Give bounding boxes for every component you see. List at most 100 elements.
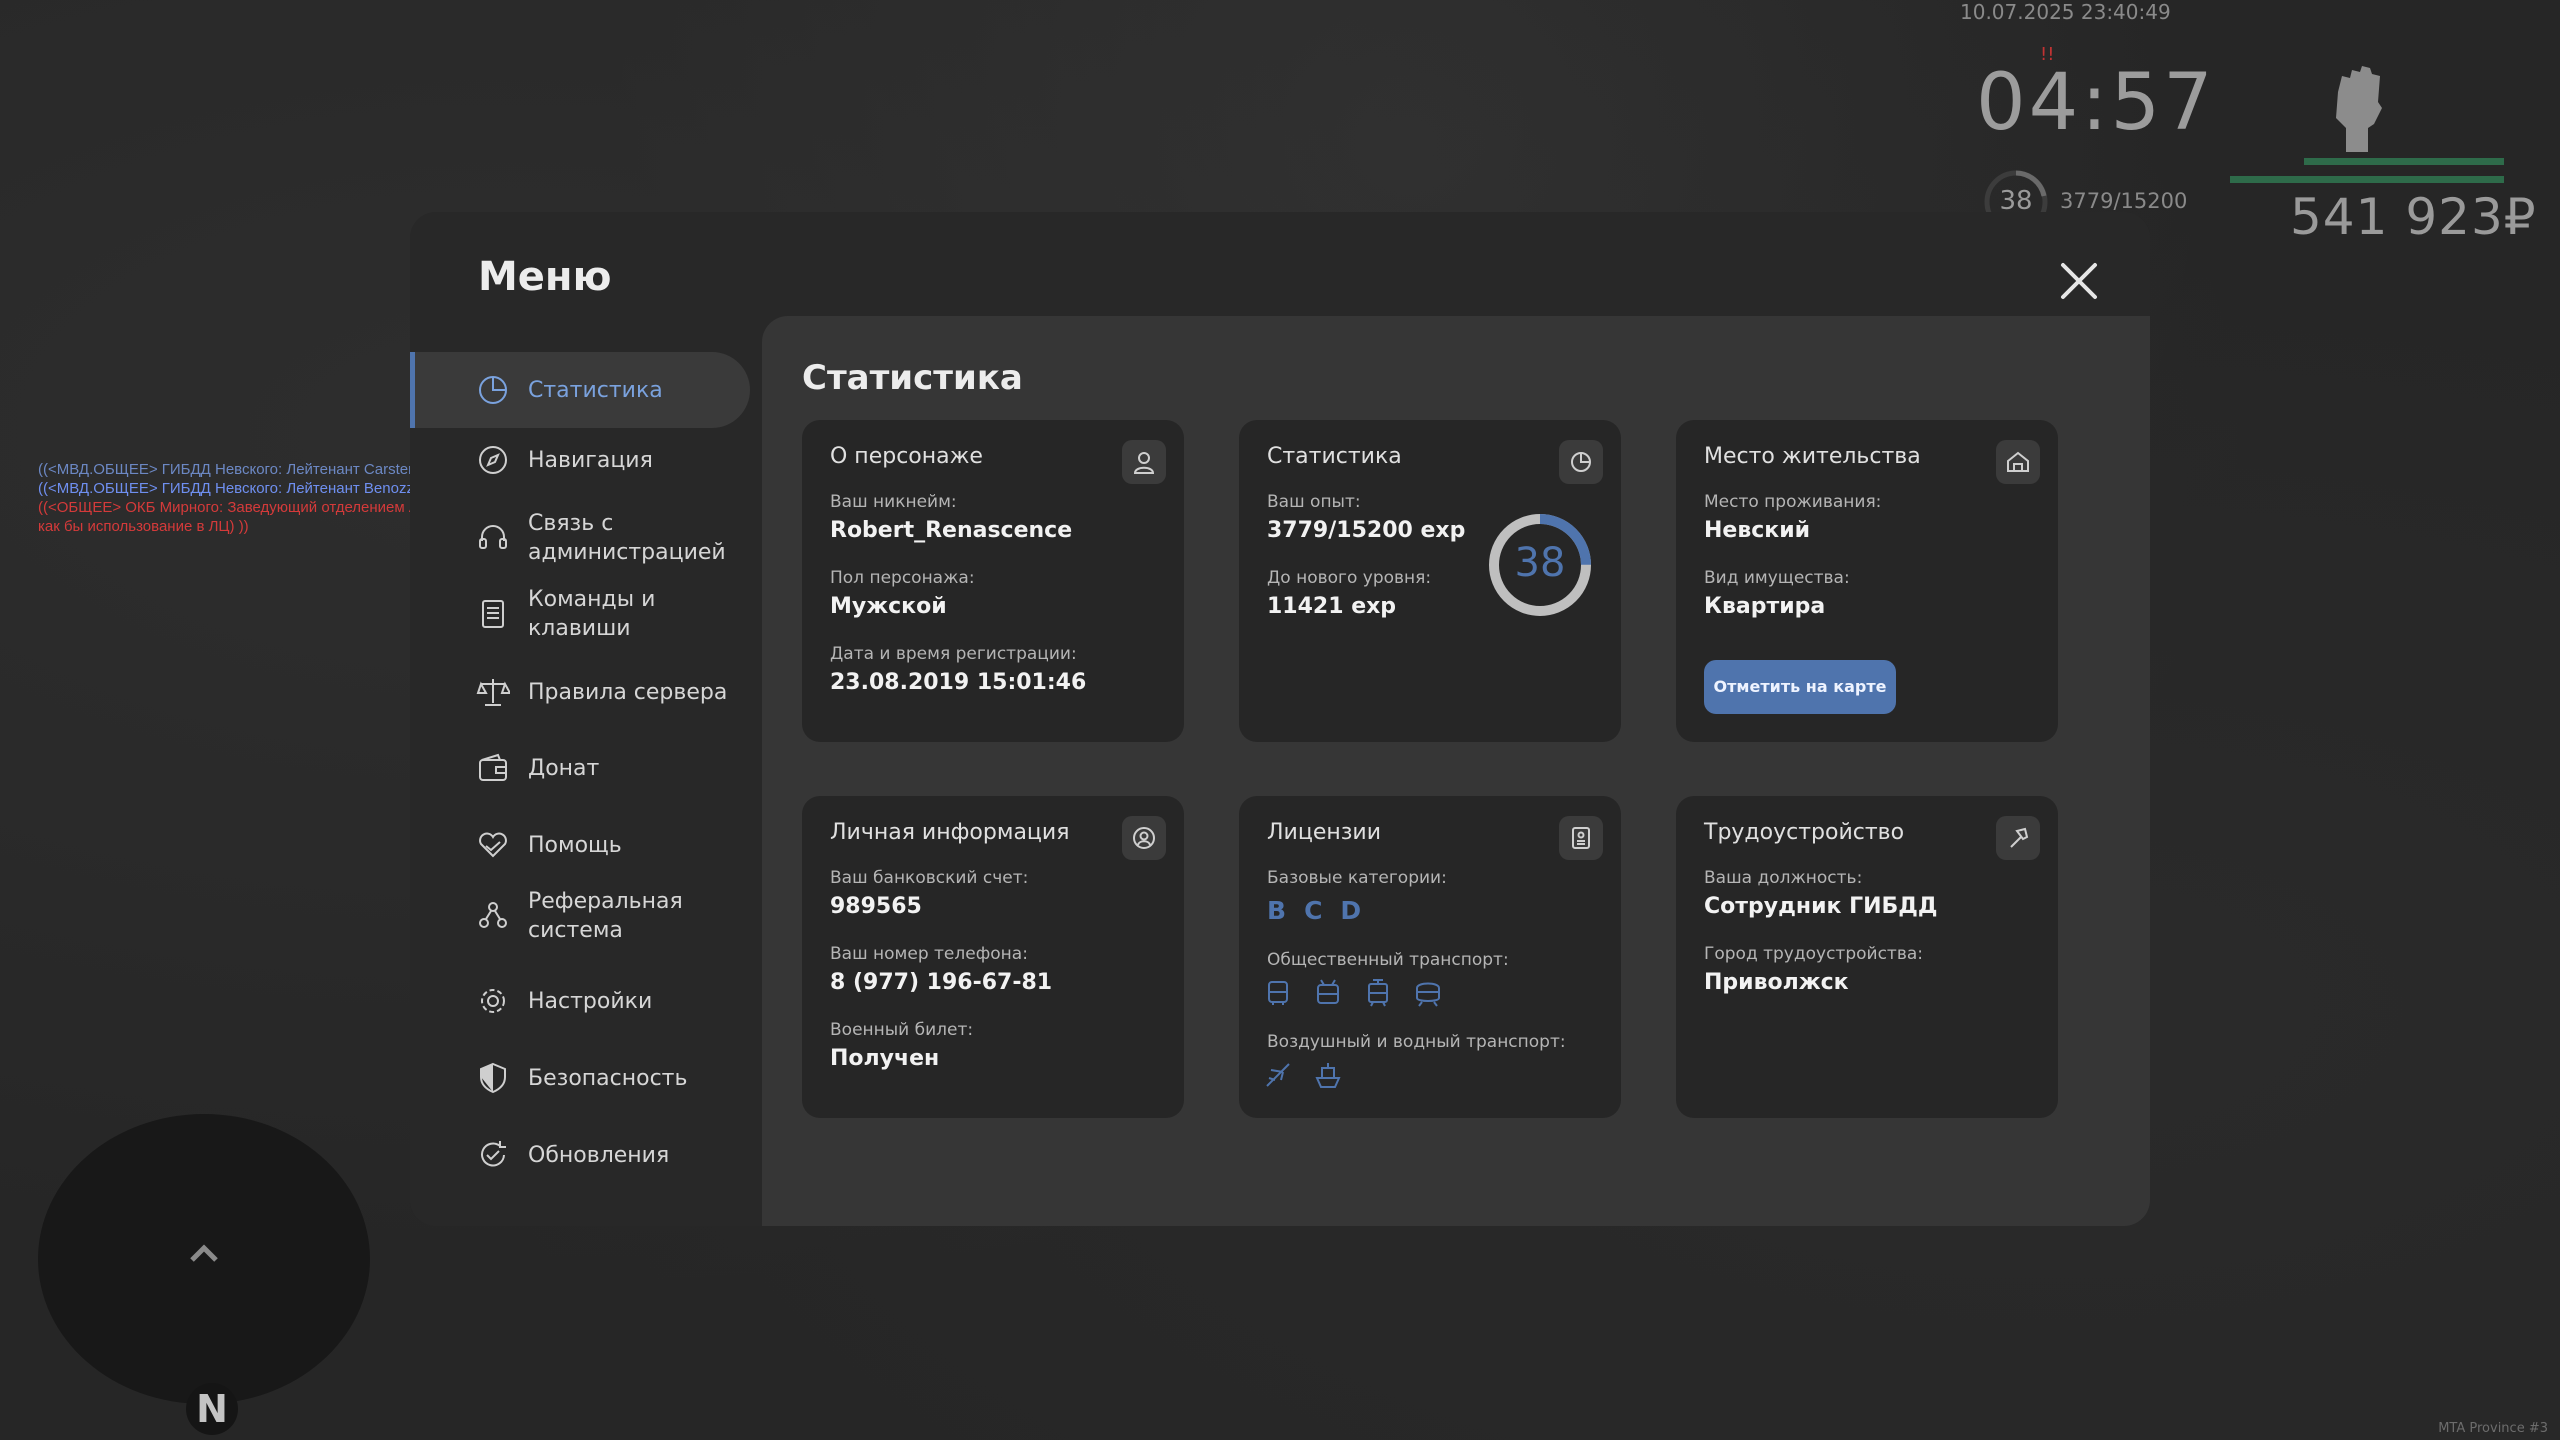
sidebar-item-help[interactable]: Помощь [410,815,750,875]
field-label: До нового уровня: [1267,568,1432,588]
field-label: Ваш опыт: [1267,492,1361,512]
close-icon[interactable] [2055,257,2103,305]
sidebar-item-referral[interactable]: Реферальная система [410,878,750,954]
sidebar-item-label: Обновления [528,1142,670,1168]
license-category: B [1267,896,1287,925]
mark-on-map-button[interactable]: Отметить на карте [1704,660,1896,714]
hud-money: 541 923₽ [2290,188,2537,246]
card-employment: Трудоустройство Ваша должность: Сотрудни… [1676,796,2058,1118]
sidebar-item-label: Донат [528,755,600,781]
field-label: Город трудоустройства: [1704,944,1923,964]
phone-value: 8 (977) 196-67-81 [830,970,1053,995]
trolleybus-icon [1313,978,1343,1008]
content-title: Статистика [802,358,1023,398]
job-position-value: Сотрудник ГИБДД [1704,894,1938,919]
pie-chart-icon [479,376,507,404]
field-label: Вид имущества: [1704,568,1850,588]
hud-exp: 3779/15200 [2060,189,2188,213]
boat-icon [1313,1060,1343,1090]
card-title: О персонаже [830,444,983,469]
menu-panel: Меню Статистика Навигация Связь с админи… [410,212,2150,1226]
sidebar-item-label: Команды и клавиши [528,587,656,641]
field-label: Базовые категории: [1267,868,1447,888]
field-label: Воздушный и водный транспорт: [1267,1032,1566,1052]
hud-clock: 04:57 [1976,58,2216,148]
people-network-icon [479,902,507,928]
field-label: Общественный транспорт: [1267,950,1509,970]
field-label: Ваша должность: [1704,868,1863,888]
card-personal-info: Личная информация Ваш банковский счет: 9… [802,796,1184,1118]
subway-icon [1413,978,1443,1008]
military-id-value: Получен [830,1046,940,1071]
license-categories: B C D [1267,896,1361,925]
house-icon [1996,440,2040,484]
sidebar-item-updates[interactable]: Обновления [410,1125,750,1185]
sidebar-item-settings[interactable]: Настройки [410,971,750,1031]
content-area: Статистика О персонаже Ваш никнейм: Robe… [762,316,2150,1226]
card-residence: Место жительства Место проживания: Невск… [1676,420,2058,742]
sidebar-item-donate[interactable]: Донат [410,738,750,798]
air-water-transport-icons [1263,1060,1343,1090]
card-licenses: Лицензии Базовые категории: B C D Общест… [1239,796,1621,1118]
field-label: Ваш номер телефона: [830,944,1028,964]
refresh-check-icon [481,1141,506,1167]
hammer-icon [1996,816,2040,860]
user-circle-icon [1122,816,1166,860]
residence-value: Невский [1704,518,1811,543]
card-title: Статистика [1267,444,1402,469]
bus-icon [1263,978,1293,1008]
sidebar-item-security[interactable]: Безопасность [410,1048,750,1108]
license-icon [1559,816,1603,860]
registration-value: 23.08.2019 15:01:46 [830,670,1087,695]
property-type-value: Квартира [1704,594,1826,619]
sidebar-item-label: Настройки [528,988,653,1014]
field-label: Ваш никнейм: [830,492,957,512]
watermark: MTA Province #3 [2438,1421,2548,1436]
field-label: Ваш банковский счет: [830,868,1029,888]
wallet-icon [479,753,507,781]
sidebar-item-label: Помощь [528,832,622,858]
fist-icon [2336,66,2382,152]
hud-health-bar [2230,176,2504,183]
field-label: Военный билет: [830,1020,974,1040]
hud-armor-bar [2304,158,2504,165]
exp-value: 3779/15200 exp [1267,518,1466,543]
sidebar-item-label: Статистика [528,377,663,403]
field-label: Дата и время регистрации: [830,644,1077,664]
document-list-icon [482,600,504,628]
gear-icon [481,989,505,1013]
card-statistics: Статистика Ваш опыт: 3779/15200 exp До н… [1239,420,1621,742]
card-character: О персонаже Ваш никнейм: Robert_Renascen… [802,420,1184,742]
sidebar-item-label: Правила сервера [528,679,728,705]
sidebar-item-rules[interactable]: Правила сервера [410,662,750,722]
card-title: Место жительства [1704,444,1921,469]
next-level-value: 11421 exp [1267,594,1397,619]
shield-icon [480,1062,506,1094]
player-arrow-icon [190,1244,218,1262]
sidebar-item-commands[interactable]: Команды и клавиши [410,576,750,652]
nickname-value: Robert_Renascence [830,518,1073,543]
sidebar-item-label: Реферальная система [528,889,683,943]
field-label: Место проживания: [1704,492,1882,512]
card-title: Личная информация [830,820,1070,845]
gender-value: Мужской [830,594,947,619]
minimap-north: N [186,1383,238,1435]
menu-title: Меню [478,254,612,300]
airplane-icon [1263,1060,1293,1090]
pie-chart-icon [1559,440,1603,484]
level-value: 38 [1514,540,1566,586]
field-label: Пол персонажа: [830,568,975,588]
sidebar-item-statistics[interactable]: Статистика [410,352,750,428]
card-title: Трудоустройство [1704,820,1905,845]
scales-icon [476,679,510,706]
sidebar-item-label: Навигация [528,447,653,473]
license-category: D [1340,896,1362,925]
license-category: C [1304,896,1323,925]
sidebar-item-label: Безопасность [528,1065,688,1091]
hud-datetime: 10.07.2025 23:40:49 [1960,0,2171,24]
public-transport-icons [1263,978,1443,1008]
sidebar-item-navigation[interactable]: Навигация [410,430,750,490]
sidebar-item-admin-contact[interactable]: Связь с администрацией [410,500,750,576]
card-title: Лицензии [1267,820,1382,845]
heart-hands-icon [479,832,507,858]
